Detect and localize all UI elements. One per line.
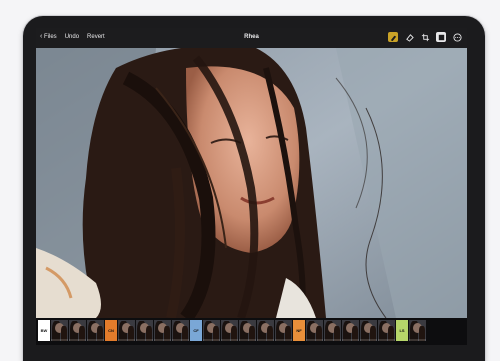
filter-filmstrip: BW CN CF NF LS (36, 318, 467, 345)
photo-canvas[interactable] (36, 48, 467, 318)
top-toolbar: ‹ Files Undo Revert Rhea (36, 28, 467, 48)
filter-thumbnail[interactable] (203, 320, 220, 341)
filter-category-cn[interactable]: CN (105, 320, 117, 341)
crop-icon[interactable] (420, 32, 430, 42)
layers-icon[interactable] (436, 32, 446, 42)
filter-thumbnail[interactable] (172, 320, 189, 341)
filter-thumbnail[interactable] (275, 320, 292, 341)
more-icon[interactable] (452, 32, 462, 42)
filter-thumbnail[interactable] (378, 320, 395, 341)
filter-category-nf[interactable]: NF (293, 320, 305, 341)
filter-thumbnail[interactable] (324, 320, 341, 341)
filter-thumbnail[interactable] (118, 320, 135, 341)
app-screen: ‹ Files Undo Revert Rhea BW CN CF NF LS (36, 28, 467, 345)
filter-thumbnail[interactable] (239, 320, 256, 341)
filter-thumbnail[interactable] (409, 320, 426, 341)
brush-icon[interactable] (388, 32, 398, 42)
filter-thumbnail[interactable] (360, 320, 377, 341)
filter-category-cf[interactable]: CF (190, 320, 202, 341)
filter-thumbnail[interactable] (221, 320, 238, 341)
filter-thumbnail[interactable] (136, 320, 153, 341)
eraser-icon[interactable] (404, 32, 414, 42)
filter-thumbnail[interactable] (69, 320, 86, 341)
filter-thumbnail[interactable] (87, 320, 104, 341)
filter-thumbnail[interactable] (342, 320, 359, 341)
filter-thumbnail[interactable] (257, 320, 274, 341)
filter-thumbnail[interactable] (51, 320, 68, 341)
filter-category-bw[interactable]: BW (38, 320, 50, 341)
portrait-photo (36, 48, 467, 318)
filter-thumbnail[interactable] (306, 320, 323, 341)
filter-thumbnail[interactable] (154, 320, 171, 341)
filter-category-ls[interactable]: LS (396, 320, 408, 341)
